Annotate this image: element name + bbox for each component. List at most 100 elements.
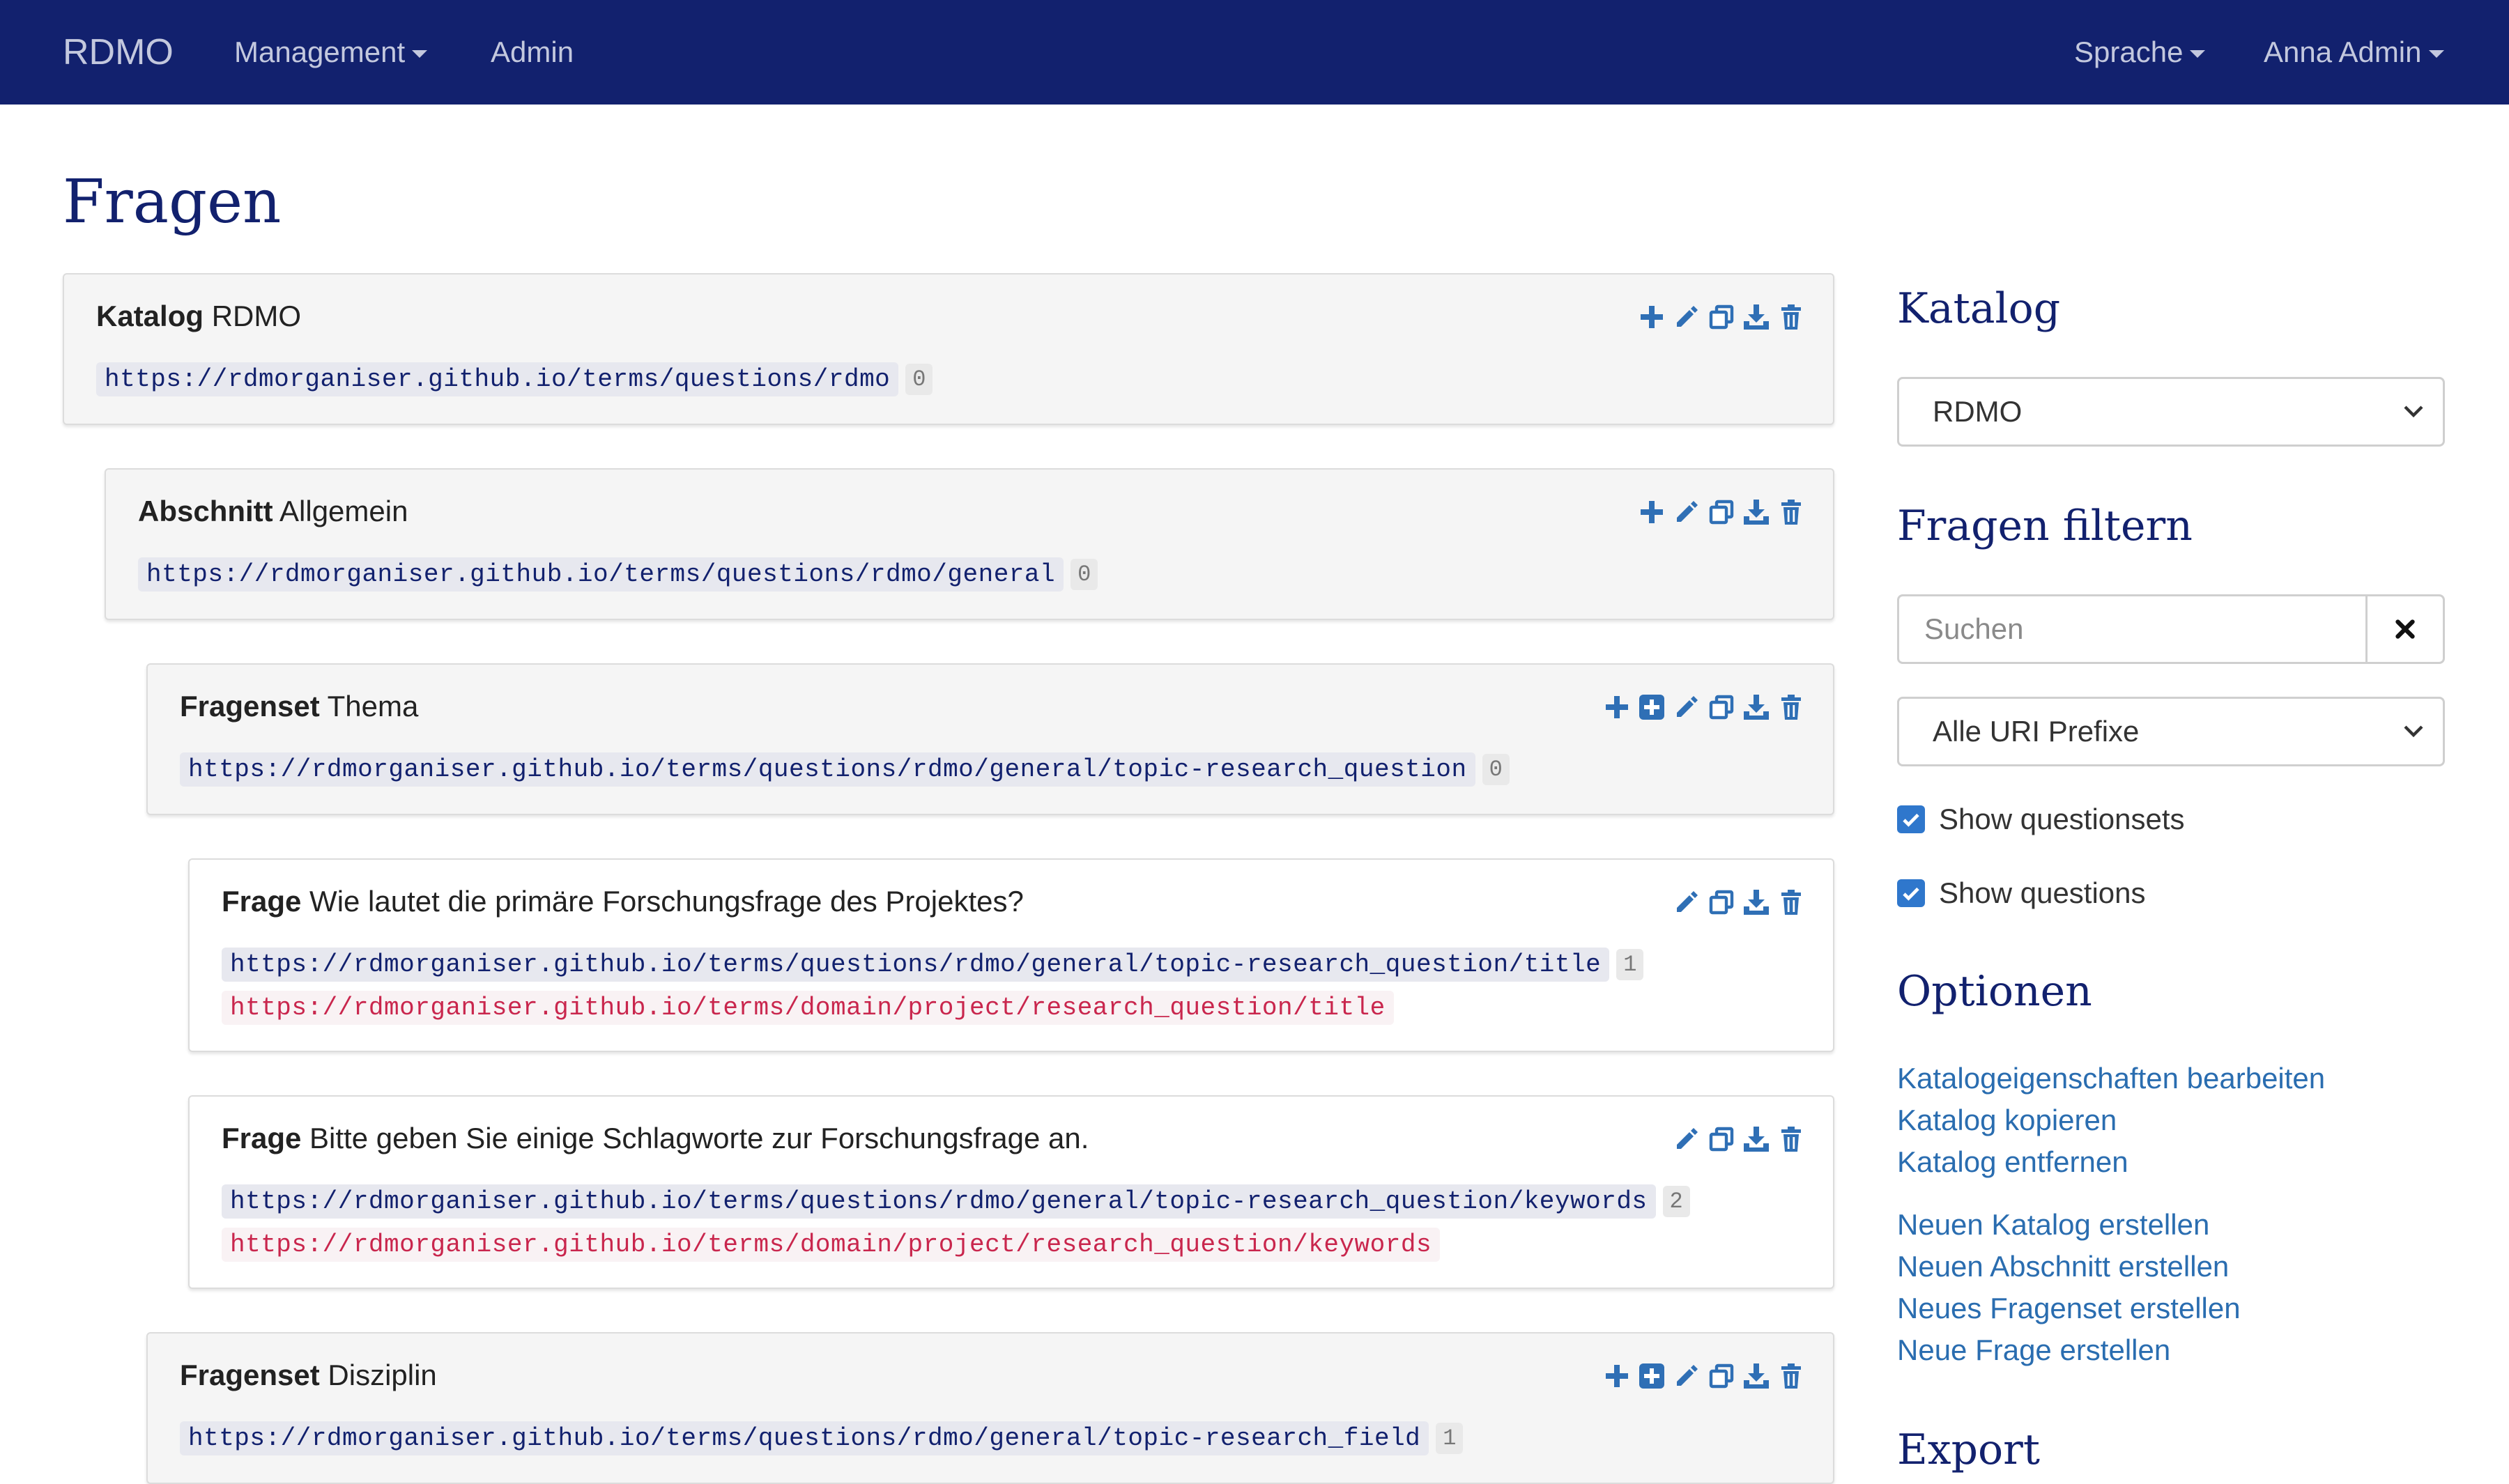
plus-square-icon[interactable] xyxy=(1638,693,1666,722)
edit-catalog-link[interactable]: Katalogeigenschaften bearbeiten xyxy=(1897,1062,2325,1095)
page-title: Fragen xyxy=(63,167,282,237)
management-menu[interactable]: Management xyxy=(234,0,428,105)
trash-icon[interactable] xyxy=(1777,1361,1805,1391)
copy-icon[interactable] xyxy=(1708,302,1735,332)
attribute-line: https://rdmorganiser.github.io/terms/dom… xyxy=(222,1228,1441,1262)
card-title: Abschnitt Allgemein xyxy=(138,495,408,528)
trash-icon[interactable] xyxy=(1777,693,1805,722)
element-uri[interactable]: https://rdmorganiser.github.io/terms/que… xyxy=(180,1421,1429,1455)
element-count-badge: 0 xyxy=(1482,754,1510,785)
pencil-icon[interactable] xyxy=(1673,1361,1701,1391)
questionset-card: Fragenset Disziplin https://rdmorganiser… xyxy=(146,1332,1834,1484)
download-icon[interactable] xyxy=(1742,888,1770,917)
pencil-icon[interactable] xyxy=(1673,693,1701,722)
search-field: Suchen xyxy=(1897,594,2445,664)
element-name: Disziplin xyxy=(328,1359,437,1391)
card-actions xyxy=(1631,497,1805,531)
show-questions-checkbox[interactable]: Show questions xyxy=(1897,876,2146,911)
section-card: Abschnitt Allgemein https://rdmorganiser… xyxy=(105,468,1834,620)
clear-search-button[interactable] xyxy=(2365,596,2443,662)
download-icon[interactable] xyxy=(1742,1361,1770,1391)
create-questionset-link[interactable]: Neues Fragenset erstellen xyxy=(1897,1292,2241,1325)
pencil-icon[interactable] xyxy=(1673,497,1701,527)
uri-line: https://rdmorganiser.github.io/terms/que… xyxy=(138,557,1098,592)
create-catalog-link[interactable]: Neuen Katalog erstellen xyxy=(1897,1208,2209,1242)
admin-link[interactable]: Admin xyxy=(491,0,574,105)
catalog-select[interactable]: RDMO xyxy=(1897,377,2445,447)
catalog-card: Katalog RDMO https://rdmorganiser.github… xyxy=(63,273,1834,425)
pencil-icon[interactable] xyxy=(1673,888,1701,917)
card-title: Frage Bitte geben Sie einige Schlagworte… xyxy=(222,1122,1089,1155)
caret-down-icon xyxy=(2190,50,2206,59)
copy-icon[interactable] xyxy=(1708,1124,1735,1154)
checkmark-icon xyxy=(1903,887,1919,901)
card-title: Fragenset Disziplin xyxy=(180,1359,437,1392)
user-menu[interactable]: Anna Admin xyxy=(2264,0,2444,105)
pencil-icon[interactable] xyxy=(1673,302,1701,332)
attribute-uri[interactable]: https://rdmorganiser.github.io/terms/dom… xyxy=(222,991,1394,1025)
card-actions xyxy=(1596,693,1805,726)
show-questionsets-checkbox[interactable]: Show questionsets xyxy=(1897,803,2185,837)
trash-icon[interactable] xyxy=(1777,497,1805,527)
chevron-down-icon xyxy=(2404,725,2423,738)
trash-icon[interactable] xyxy=(1777,1124,1805,1154)
element-uri[interactable]: https://rdmorganiser.github.io/terms/que… xyxy=(222,1184,1656,1219)
card-title: Fragenset Thema xyxy=(180,690,418,723)
copy-icon[interactable] xyxy=(1708,497,1735,527)
language-menu-label: Sprache xyxy=(2074,36,2184,68)
close-icon xyxy=(2395,619,2415,639)
checkmark-icon xyxy=(1903,813,1919,827)
uri-prefix-select[interactable]: Alle URI Prefixe xyxy=(1897,697,2445,766)
copy-icon[interactable] xyxy=(1708,693,1735,722)
catalog-heading: Katalog xyxy=(1897,284,2061,333)
catalog-select-value: RDMO xyxy=(1933,395,2023,428)
user-menu-label: Anna Admin xyxy=(2264,36,2422,68)
element-uri[interactable]: https://rdmorganiser.github.io/terms/que… xyxy=(138,557,1064,592)
element-type-label: Fragenset xyxy=(180,690,320,722)
element-name: Wie lautet die primäre Forschungsfrage d… xyxy=(309,885,1024,918)
element-count-badge: 2 xyxy=(1662,1186,1690,1217)
question-card: Frage Wie lautet die primäre Forschungsf… xyxy=(188,858,1834,1052)
card-actions xyxy=(1631,302,1805,336)
search-input[interactable]: Suchen xyxy=(1924,596,2023,662)
filter-heading: Fragen filtern xyxy=(1897,502,2193,550)
export-heading: Export xyxy=(1897,1425,2040,1474)
checkbox-box[interactable] xyxy=(1897,879,1925,907)
trash-icon[interactable] xyxy=(1777,888,1805,917)
element-name: Bitte geben Sie einige Schlagworte zur F… xyxy=(309,1122,1089,1154)
download-icon[interactable] xyxy=(1742,693,1770,722)
element-uri[interactable]: https://rdmorganiser.github.io/terms/que… xyxy=(180,752,1475,787)
pencil-icon[interactable] xyxy=(1673,1124,1701,1154)
questionset-card: Fragenset Thema https://rdmorganiser.git… xyxy=(146,663,1834,815)
options-heading: Optionen xyxy=(1897,967,2092,1016)
download-icon[interactable] xyxy=(1742,1124,1770,1154)
uri-line: https://rdmorganiser.github.io/terms/que… xyxy=(180,1421,1464,1455)
plus-icon[interactable] xyxy=(1603,1361,1631,1391)
copy-icon[interactable] xyxy=(1708,888,1735,917)
element-uri[interactable]: https://rdmorganiser.github.io/terms/que… xyxy=(222,948,1610,982)
copy-icon[interactable] xyxy=(1708,1361,1735,1391)
trash-icon[interactable] xyxy=(1777,302,1805,332)
checkbox-box[interactable] xyxy=(1897,805,1925,833)
plus-icon[interactable] xyxy=(1638,302,1666,332)
plus-icon[interactable] xyxy=(1603,693,1631,722)
download-icon[interactable] xyxy=(1742,497,1770,527)
card-title: Frage Wie lautet die primäre Forschungsf… xyxy=(222,885,1024,918)
create-question-link[interactable]: Neue Frage erstellen xyxy=(1897,1334,2170,1367)
attribute-line: https://rdmorganiser.github.io/terms/dom… xyxy=(222,991,1394,1025)
element-type-label: Fragenset xyxy=(180,1359,320,1391)
uri-line: https://rdmorganiser.github.io/terms/que… xyxy=(222,1184,1690,1219)
delete-catalog-link[interactable]: Katalog entfernen xyxy=(1897,1145,2128,1179)
plus-square-icon[interactable] xyxy=(1638,1361,1666,1391)
question-card: Frage Bitte geben Sie einige Schlagworte… xyxy=(188,1095,1834,1289)
element-uri[interactable]: https://rdmorganiser.github.io/terms/que… xyxy=(96,362,899,396)
copy-catalog-link[interactable]: Katalog kopieren xyxy=(1897,1104,2117,1137)
plus-icon[interactable] xyxy=(1638,497,1666,527)
brand-link[interactable]: RDMO xyxy=(63,0,174,105)
uri-line: https://rdmorganiser.github.io/terms/que… xyxy=(96,362,933,396)
language-menu[interactable]: Sprache xyxy=(2074,0,2206,105)
create-section-link[interactable]: Neuen Abschnitt erstellen xyxy=(1897,1250,2229,1283)
attribute-uri[interactable]: https://rdmorganiser.github.io/terms/dom… xyxy=(222,1228,1441,1262)
chevron-down-icon xyxy=(2404,405,2423,418)
download-icon[interactable] xyxy=(1742,302,1770,332)
